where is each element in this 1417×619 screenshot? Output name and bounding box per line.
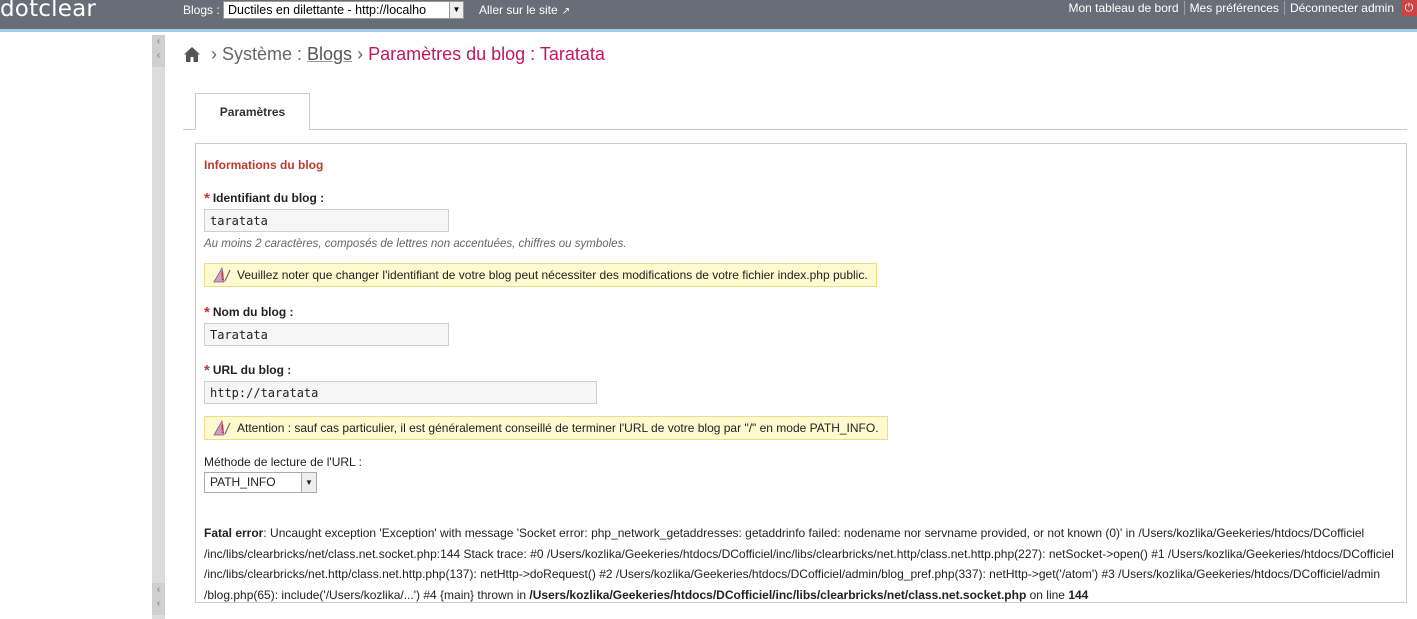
blogs-label: Blogs :: [183, 3, 220, 17]
required-mark: *: [204, 362, 210, 379]
breadcrumb-system: Système :: [222, 44, 303, 64]
logout-link[interactable]: Déconnecter admin: [1283, 1, 1399, 15]
visit-site-link[interactable]: Aller sur le site ↗: [479, 3, 570, 17]
fieldset-legend: Informations du blog: [204, 158, 324, 172]
sidebar-collapse-bar[interactable]: ‹ ‹ ‹ ‹: [152, 35, 165, 619]
blog-url-label: * URL du blog :: [204, 361, 292, 379]
page-title: Paramètres du blog : Taratata: [368, 44, 605, 64]
blog-id-label-text: Identifiant du blog :: [212, 191, 325, 205]
required-mark: *: [204, 304, 210, 321]
blog-select-value: Ductiles en dilettante - http://localho: [228, 3, 427, 17]
chevron-down-icon: ▼: [449, 2, 463, 18]
breadcrumb-separator: ›: [357, 44, 364, 64]
warning-icon: [213, 420, 231, 436]
url-method-label: Méthode de lecture de l'URL :: [204, 455, 362, 469]
external-link-icon: ↗: [561, 6, 571, 17]
home-icon[interactable]: [183, 46, 201, 64]
breadcrumb-separator: ›: [211, 44, 217, 64]
top-bar: dotclear Blogs : Ductiles en dilettante …: [0, 0, 1417, 32]
url-method-select[interactable]: PATH_INFO ▼: [204, 472, 317, 493]
collapse-sidebar-icon[interactable]: ‹ ‹: [152, 583, 165, 615]
blog-id-help: Au moins 2 caractères, composés de lettr…: [204, 238, 627, 250]
fatal-error-on-line: on line: [1026, 588, 1069, 603]
blog-id-warning-text: Veuillez noter que changer l'identifiant…: [237, 268, 868, 282]
breadcrumb: › Système : Blogs › Paramètres du blog :…: [183, 44, 605, 65]
user-links: Mon tableau de bord Mes préférences Déco…: [1063, 0, 1417, 16]
blog-id-warning: Veuillez noter que changer l'identifiant…: [204, 263, 877, 287]
breadcrumb-blogs-link[interactable]: Blogs: [307, 44, 352, 65]
blog-name-input[interactable]: Taratata: [204, 323, 449, 346]
tab-parameters[interactable]: Paramètres: [195, 93, 310, 130]
blog-url-label-text: URL du blog :: [212, 363, 292, 377]
blog-id-input[interactable]: taratata: [204, 209, 449, 232]
blog-name-label-text: Nom du blog :: [212, 305, 294, 319]
dashboard-link[interactable]: Mon tableau de bord: [1063, 1, 1183, 15]
fatal-error-line: 144: [1068, 588, 1089, 603]
preferences-link[interactable]: Mes préférences: [1183, 1, 1284, 15]
collapse-sidebar-icon[interactable]: ‹ ‹: [152, 35, 165, 67]
required-mark: *: [204, 190, 210, 207]
url-method-value: PATH_INFO: [210, 475, 276, 489]
fatal-error-title: Fatal error: [204, 526, 264, 540]
chevron-down-icon: ▼: [301, 473, 316, 492]
visit-site-label: Aller sur le site: [479, 3, 558, 17]
fatal-error-message: Fatal error: Uncaught exception 'Excepti…: [204, 523, 1400, 606]
blog-url-input[interactable]: http://taratata: [204, 381, 597, 404]
blog-name-label: * Nom du blog :: [204, 303, 294, 321]
blog-select[interactable]: Ductiles en dilettante - http://localho …: [223, 1, 464, 19]
blog-url-warning: Attention : sauf cas particulier, il est…: [204, 416, 888, 440]
warning-icon: [213, 267, 231, 283]
power-icon[interactable]: ⏻: [1401, 0, 1417, 16]
logo[interactable]: dotclear: [0, 0, 96, 22]
fatal-error-file: /Users/kozlika/Geekeries/htdocs/DCoffici…: [529, 588, 1027, 603]
blog-id-label: * Identifiant du blog :: [204, 189, 325, 207]
tab-divider: [183, 129, 1407, 130]
blog-url-warning-text: Attention : sauf cas particulier, il est…: [237, 421, 879, 435]
